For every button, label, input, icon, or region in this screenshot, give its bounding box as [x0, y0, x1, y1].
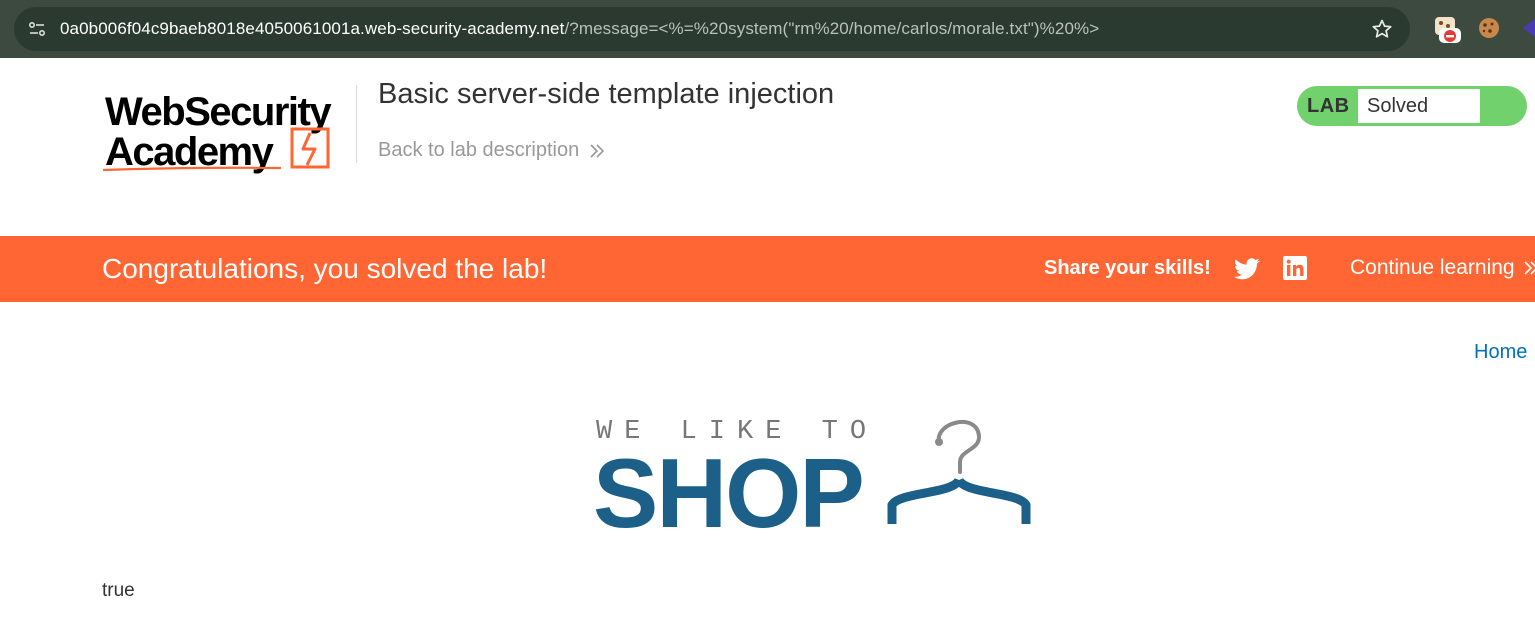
double-chevron-right-icon	[1524, 261, 1535, 275]
svg-text:WebSecurity: WebSecurity	[105, 90, 332, 134]
double-chevron-right-icon	[590, 143, 605, 158]
web-security-academy-logo[interactable]: WebSecurity Academy	[103, 83, 357, 175]
congratulations-message: Congratulations, you solved the lab!	[102, 253, 548, 284]
hanger-icon	[887, 419, 1031, 524]
lab-status-label: LAB	[1307, 95, 1350, 117]
template-output-message: true	[102, 580, 135, 601]
site-info-icon[interactable]	[24, 16, 50, 42]
address-bar[interactable]: 0a0b006f04c9baeb8018e4050061001a.web-sec…	[14, 7, 1410, 51]
lab-title: Basic server-side template injection	[378, 78, 835, 110]
extension-icon[interactable]	[1431, 14, 1463, 46]
back-to-lab-description-link[interactable]: Back to lab description	[378, 139, 605, 162]
browser-toolbar: 0a0b006f04c9baeb8018e4050061001a.web-sec…	[0, 0, 1535, 58]
bookmark-star-icon[interactable]	[1370, 17, 1394, 41]
lab-header: WebSecurity Academy Basic server-side te…	[0, 58, 1535, 236]
home-link[interactable]: Home	[1474, 341, 1527, 364]
lab-status-badge: LAB Solved	[1297, 86, 1527, 126]
twitter-icon[interactable]	[1234, 257, 1260, 281]
header-divider	[356, 85, 357, 163]
url-path: /?message=<%=%20system("rm%20/home/carlo…	[564, 19, 1100, 38]
url-text[interactable]: 0a0b006f04c9baeb8018e4050061001a.web-sec…	[60, 19, 1099, 39]
linkedin-icon[interactable]	[1283, 256, 1307, 280]
logo-word: SHOP	[593, 438, 863, 534]
we-like-to-shop-logo: WE LIKE TO SHOP	[593, 417, 1031, 534]
url-host: 0a0b006f04c9baeb8018e4050061001a.web-sec…	[60, 19, 565, 38]
congratulations-banner: Congratulations, you solved the lab! Sha…	[0, 236, 1535, 302]
cookie-extension-icon[interactable]	[1478, 17, 1500, 39]
lab-status-value: Solved	[1367, 95, 1429, 117]
extension-icon[interactable]	[1519, 17, 1535, 39]
continue-learning-label: Continue learning	[1350, 256, 1515, 279]
back-link-label: Back to lab description	[378, 139, 580, 161]
continue-learning-link[interactable]: Continue learning	[1350, 256, 1535, 280]
share-skills-label: Share your skills!	[1044, 257, 1211, 279]
